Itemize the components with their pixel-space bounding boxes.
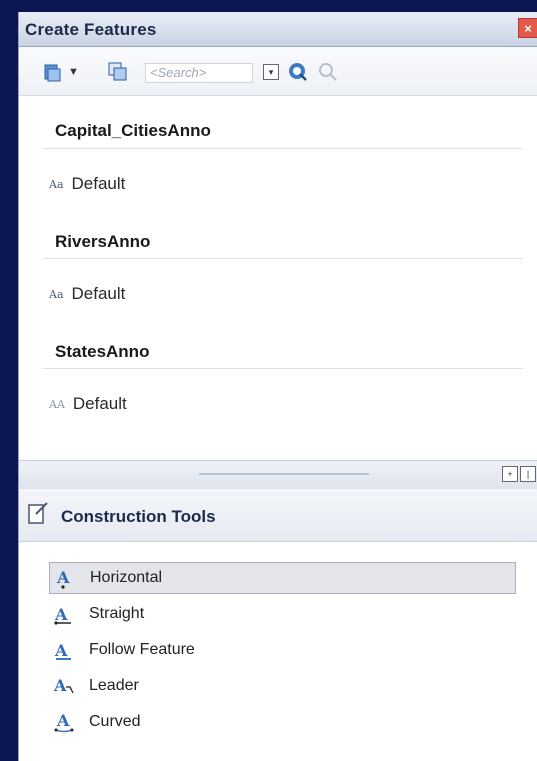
tool-label: Follow Feature xyxy=(89,641,195,658)
window-title: Create Features xyxy=(25,20,157,39)
pane-toggle-icon[interactable]: | xyxy=(520,466,536,482)
tool-label: Curved xyxy=(89,713,141,730)
pane-options: + | xyxy=(502,466,536,482)
layer-group-header: Capital_CitiesAnno xyxy=(55,121,211,140)
tool-label: Horizontal xyxy=(90,569,163,586)
search-dropdown[interactable]: ▾ xyxy=(263,61,279,83)
clear-search-button[interactable] xyxy=(317,61,339,83)
template-label: Default xyxy=(72,394,127,413)
search-input[interactable]: <Search> xyxy=(145,63,253,83)
svg-text:A: A xyxy=(54,641,68,660)
construction-tools-title: Construction Tools xyxy=(61,507,216,526)
search-icon xyxy=(289,63,307,81)
template-label: Default xyxy=(71,174,126,193)
leader-annotation-icon: A xyxy=(53,676,74,695)
splitter-grip[interactable] xyxy=(199,473,369,475)
template-views-button[interactable] xyxy=(107,61,129,83)
tool-follow-feature[interactable]: A Follow Feature xyxy=(49,634,516,666)
toolbar: ▼ <Search> ▾ xyxy=(19,47,537,96)
pane-splitter[interactable]: + | xyxy=(19,460,537,490)
template-list: Capital_CitiesAnno Aa Default RiversAnno… xyxy=(19,96,537,460)
annotation-class-icon: AA xyxy=(49,397,65,411)
svg-text:A: A xyxy=(54,605,68,624)
curved-annotation-icon: A xyxy=(54,711,74,733)
follow-feature-icon: A xyxy=(54,641,71,660)
chevron-down-icon: ▼ xyxy=(68,66,79,78)
template-item[interactable]: Aa Default xyxy=(49,284,125,304)
template-item[interactable]: AA Default xyxy=(49,394,127,414)
horizontal-annotation-icon: A xyxy=(56,568,70,589)
search-button[interactable] xyxy=(287,61,309,83)
tool-straight[interactable]: A Straight xyxy=(49,598,516,630)
plus-icon[interactable]: + xyxy=(502,466,518,482)
chevron-down-icon: ▾ xyxy=(263,64,279,80)
title-bar: Create Features × xyxy=(19,12,537,47)
tool-curved[interactable]: A Curved xyxy=(49,706,516,738)
tool-label: Straight xyxy=(89,605,145,622)
organize-templates-icon xyxy=(44,64,61,82)
template-label: Default xyxy=(71,284,126,303)
construction-tools-list: A Horizontal A Straight A Follow Feature… xyxy=(19,542,537,761)
construction-tools-icon xyxy=(28,502,48,524)
clear-search-icon xyxy=(319,63,337,81)
template-item[interactable]: Aa Default xyxy=(49,174,125,194)
svg-text:A: A xyxy=(56,711,70,730)
annotation-class-icon: Aa xyxy=(49,177,64,191)
svg-text:A: A xyxy=(53,676,67,695)
close-button[interactable]: × xyxy=(518,18,537,38)
divider xyxy=(43,258,523,259)
svg-text:A: A xyxy=(56,568,70,587)
tool-horizontal[interactable]: A Horizontal xyxy=(49,562,516,594)
tool-label: Leader xyxy=(89,677,139,694)
layer-group-header: StatesAnno xyxy=(55,342,150,361)
divider xyxy=(43,148,523,149)
layer-group-header: RiversAnno xyxy=(55,232,151,251)
straight-annotation-icon: A xyxy=(54,605,71,625)
divider xyxy=(43,368,523,369)
construction-tools-header: Construction Tools xyxy=(19,489,537,542)
template-views-icon xyxy=(108,62,127,81)
annotation-class-icon: Aa xyxy=(49,287,64,301)
create-features-window: Create Features × ▼ <Search> ▾ Capital_C… xyxy=(18,12,537,761)
tool-leader[interactable]: A Leader xyxy=(49,670,516,702)
organize-templates-button[interactable]: ▼ xyxy=(43,61,79,83)
